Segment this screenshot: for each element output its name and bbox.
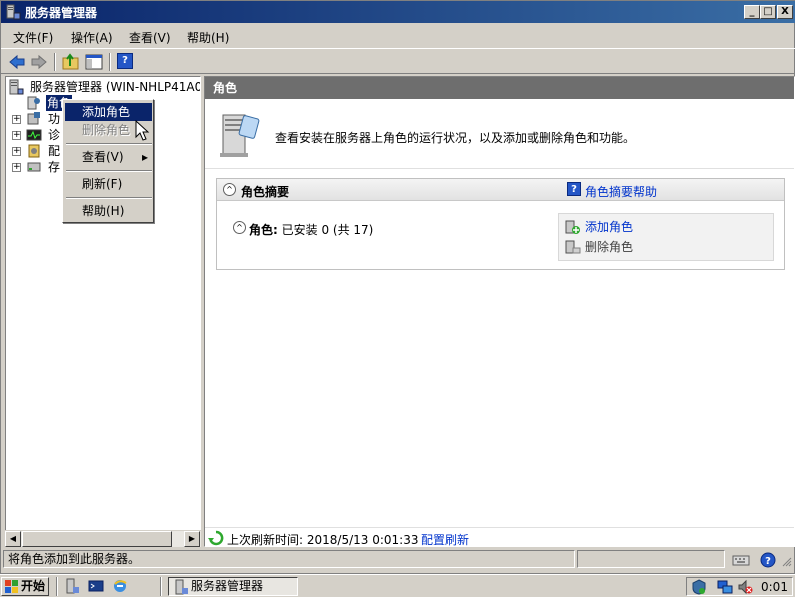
collapse-icon[interactable]: ^	[223, 183, 236, 196]
volume-muted-icon[interactable]	[737, 579, 753, 595]
show-hide-pane-icon[interactable]	[84, 52, 104, 72]
svg-text:?: ?	[765, 556, 771, 567]
menu-separator	[66, 170, 152, 172]
submenu-arrow-icon: ▸	[141, 150, 148, 164]
window-title: 服务器管理器	[25, 6, 98, 20]
intro-text: 查看安装在服务器上角色的运行状况，以及添加或删除角色和功能。	[275, 131, 636, 145]
toolbar-separator	[54, 53, 56, 71]
menu-item-refresh[interactable]: 刷新(F)	[65, 175, 152, 193]
system-tray: 0:01	[686, 577, 793, 596]
taskbar-divider	[56, 577, 58, 596]
menu-bar: 文件(F) 操作(A) 查看(V) 帮助(H)	[1, 25, 795, 47]
features-icon	[27, 112, 40, 125]
remove-roles-link: 删除角色	[585, 240, 634, 254]
help-circle-icon[interactable]: ?	[760, 552, 776, 568]
menu-item-add-roles[interactable]: 添加角色	[65, 103, 152, 121]
help-icon[interactable]: ?	[117, 53, 133, 69]
configuration-icon	[28, 144, 40, 158]
tree-item-label: 诊	[48, 128, 61, 142]
roles-label: 角色: 已安装 0 (共 17)	[249, 223, 374, 237]
menu-action[interactable]: 操作(A)	[71, 29, 113, 46]
server-icon	[9, 79, 24, 95]
tree-item-label: 配	[48, 144, 61, 158]
menu-item-view[interactable]: 查看(V) ▸	[65, 148, 152, 166]
quicklaunch-powershell-icon[interactable]	[88, 578, 104, 594]
mouse-cursor-icon	[135, 120, 150, 141]
windows-logo-icon	[5, 580, 18, 593]
collapse-icon[interactable]: ^	[233, 221, 246, 234]
menu-separator	[66, 143, 152, 145]
roles-summary-help-link[interactable]: 角色摘要帮助	[585, 183, 657, 200]
help-icon: ?	[567, 182, 581, 196]
menu-help[interactable]: 帮助(H)	[187, 29, 229, 46]
expand-toggle[interactable]: +	[12, 163, 21, 172]
server-manager-app-icon	[175, 579, 188, 595]
tree-horizontal-scrollbar[interactable]: ◀ ▶	[5, 530, 201, 547]
storage-icon	[27, 162, 41, 172]
menu-view[interactable]: 查看(V)	[129, 29, 171, 46]
diagnostics-icon	[26, 129, 42, 141]
menu-file[interactable]: 文件(F)	[13, 29, 53, 46]
remove-role-icon	[565, 240, 581, 254]
tree-root-label: 服务器管理器 (WIN-NHLP41A04F	[30, 80, 201, 94]
expand-toggle[interactable]: +	[12, 115, 21, 124]
context-menu: 添加角色 删除角色 查看(V) ▸ 刷新(F) 帮助(H)	[62, 99, 154, 223]
add-role-icon	[565, 220, 580, 234]
refresh-icon	[208, 530, 224, 546]
server-manager-window: 服务器管理器 _ □ X 文件(F) 操作(A) 查看(V) 帮助(H) ? 服…	[0, 0, 795, 574]
roles-summary-header: ^ 角色摘要 ? 角色摘要帮助	[217, 179, 784, 201]
keyboard-icon[interactable]	[732, 552, 750, 568]
scroll-left-arrow-icon[interactable]: ◀	[5, 531, 21, 547]
quicklaunch-server-manager-icon[interactable]	[64, 578, 80, 594]
page-title: 角色	[205, 77, 794, 99]
add-roles-link[interactable]: 添加角色	[585, 218, 633, 236]
menu-item-help[interactable]: 帮助(H)	[65, 202, 152, 220]
roles-icon	[27, 96, 40, 110]
taskbar-divider	[160, 577, 162, 596]
title-bar[interactable]: 服务器管理器 _ □ X	[1, 1, 795, 23]
status-bar: 将角色添加到此服务器。	[1, 549, 795, 571]
roles-actions-panel: 添加角色 删除角色	[558, 213, 774, 261]
last-refresh-time: 上次刷新时间: 2018/5/13 0:01:33	[227, 533, 419, 547]
refresh-status-bar: 上次刷新时间: 2018/5/13 0:01:33 配置刷新	[205, 527, 794, 547]
status-grip-icon	[782, 557, 792, 567]
task-label: 服务器管理器	[191, 579, 264, 593]
tree-item-label: 功	[48, 112, 61, 126]
quicklaunch-internet-explorer-icon[interactable]	[112, 578, 128, 594]
back-arrow-icon[interactable]	[7, 52, 27, 72]
toolbar-separator	[109, 53, 111, 71]
expand-toggle[interactable]: +	[12, 131, 21, 140]
tree-item-label: 存	[48, 160, 61, 174]
clock[interactable]: 0:01	[761, 580, 788, 594]
roles-installed-count: 已安装 0 (共 17)	[281, 223, 374, 237]
details-pane: 角色 查看安装在服务器上角色的运行状况，以及添加或删除角色和功能。 ^ 角色摘要…	[204, 76, 795, 547]
up-folder-icon[interactable]	[61, 52, 81, 72]
configure-refresh-link[interactable]: 配置刷新	[421, 531, 469, 546]
toolbar: ?	[1, 48, 795, 74]
intro-band: 查看安装在服务器上角色的运行状况，以及添加或删除角色和功能。	[205, 99, 794, 169]
minimize-button[interactable]: _	[744, 5, 760, 19]
server-roles-large-icon	[220, 114, 260, 157]
start-label: 开始	[21, 579, 46, 593]
scroll-right-arrow-icon[interactable]: ▶	[184, 531, 200, 547]
taskbar: 开始 服务器管理器 0:01	[0, 574, 795, 597]
start-button[interactable]: 开始	[1, 577, 49, 596]
server-manager-app-icon	[6, 4, 21, 20]
menu-separator	[66, 197, 152, 199]
expand-toggle[interactable]: +	[12, 147, 21, 156]
network-icon[interactable]	[717, 579, 733, 595]
close-button[interactable]: X	[777, 5, 793, 19]
scroll-thumb[interactable]	[22, 531, 172, 547]
restore-button[interactable]: □	[760, 5, 776, 19]
status-text: 将角色添加到此服务器。	[3, 550, 575, 568]
roles-summary-section: ^ 角色摘要 ? 角色摘要帮助 ^ 角色: 已安装 0 (共 17) 添加角色	[216, 178, 785, 270]
status-panel	[577, 550, 725, 568]
security-shield-icon[interactable]	[691, 579, 707, 595]
forward-arrow-icon[interactable]	[29, 52, 49, 72]
roles-summary-title: 角色摘要	[241, 185, 290, 199]
taskbar-window-server-manager[interactable]: 服务器管理器	[168, 577, 298, 596]
